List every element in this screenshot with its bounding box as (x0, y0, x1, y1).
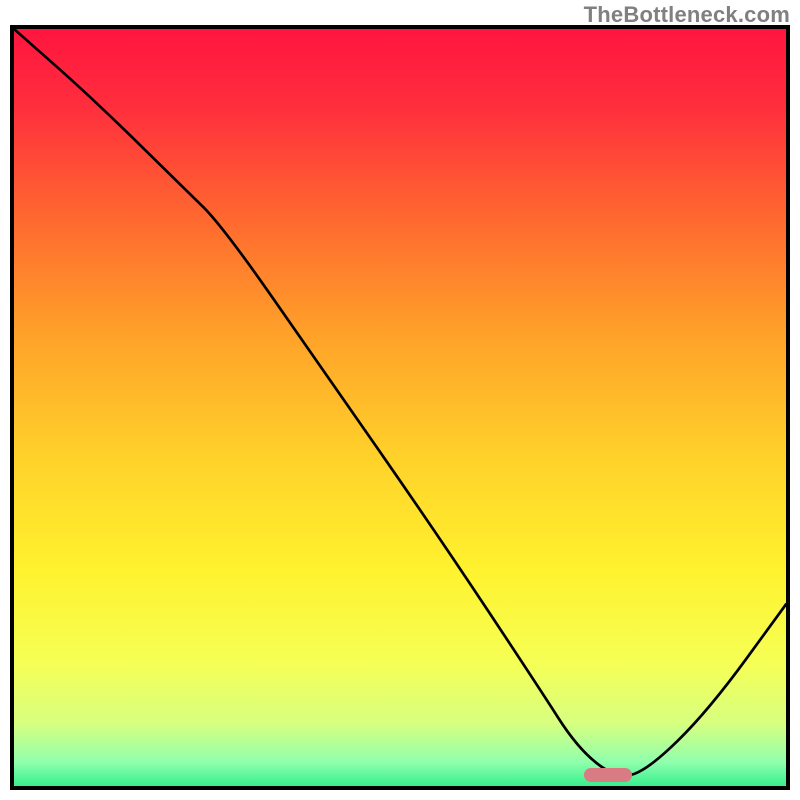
chart-area (10, 25, 790, 790)
bottleneck-curve (14, 29, 786, 786)
watermark-text: TheBottleneck.com (584, 2, 790, 28)
optimum-marker (584, 768, 632, 782)
